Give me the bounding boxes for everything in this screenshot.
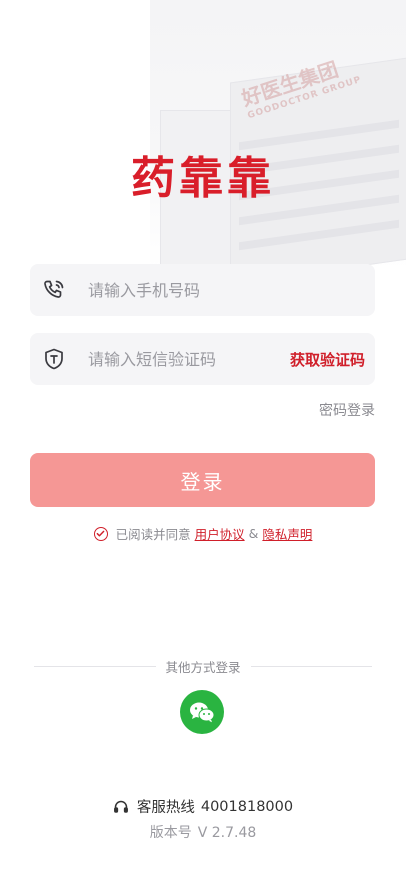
brand-logo: 药靠靠 <box>131 153 275 204</box>
headset-icon <box>113 800 128 813</box>
code-field[interactable]: 获取验证码 <box>30 333 375 385</box>
code-input[interactable] <box>86 348 290 370</box>
phone-field[interactable] <box>30 264 375 316</box>
hotline-number[interactable]: 4001818000 <box>201 799 293 815</box>
shield-icon <box>42 347 66 371</box>
check-icon <box>96 530 105 537</box>
other-login-label: 其他方式登录 <box>165 659 241 675</box>
wechat-login-button[interactable] <box>180 690 224 734</box>
phone-icon <box>42 278 66 302</box>
version-value: V 2.7.48 <box>197 825 257 841</box>
version-row: 版本号 V 2.7.48 <box>0 822 406 842</box>
privacy-link[interactable]: 隐私声明 <box>262 524 312 543</box>
agreement-amp: & <box>248 526 259 541</box>
hotline-label: 客服热线 <box>136 800 195 816</box>
user-agreement-link[interactable]: 用户协议 <box>195 524 245 543</box>
hotline-row[interactable]: 客服热线 4001818000 <box>0 796 406 817</box>
get-code-button[interactable]: 获取验证码 <box>290 349 365 370</box>
version-label: 版本号 <box>149 825 192 841</box>
divider-line <box>250 665 373 667</box>
phone-input[interactable] <box>86 279 375 301</box>
building-backdrop <box>150 0 406 270</box>
password-login-link[interactable]: 密码登录 <box>319 400 375 420</box>
login-button[interactable]: 登录 <box>30 453 375 507</box>
agree-checkbox[interactable] <box>93 526 108 541</box>
agreement-prefix: 已阅读并同意 <box>115 527 191 542</box>
divider-line <box>34 665 156 667</box>
wechat-icon <box>190 702 215 723</box>
agreement-row: 已阅读并同意 用户协议 & 隐私声明 <box>0 524 406 543</box>
other-login-divider: 其他方式登录 <box>34 656 373 676</box>
